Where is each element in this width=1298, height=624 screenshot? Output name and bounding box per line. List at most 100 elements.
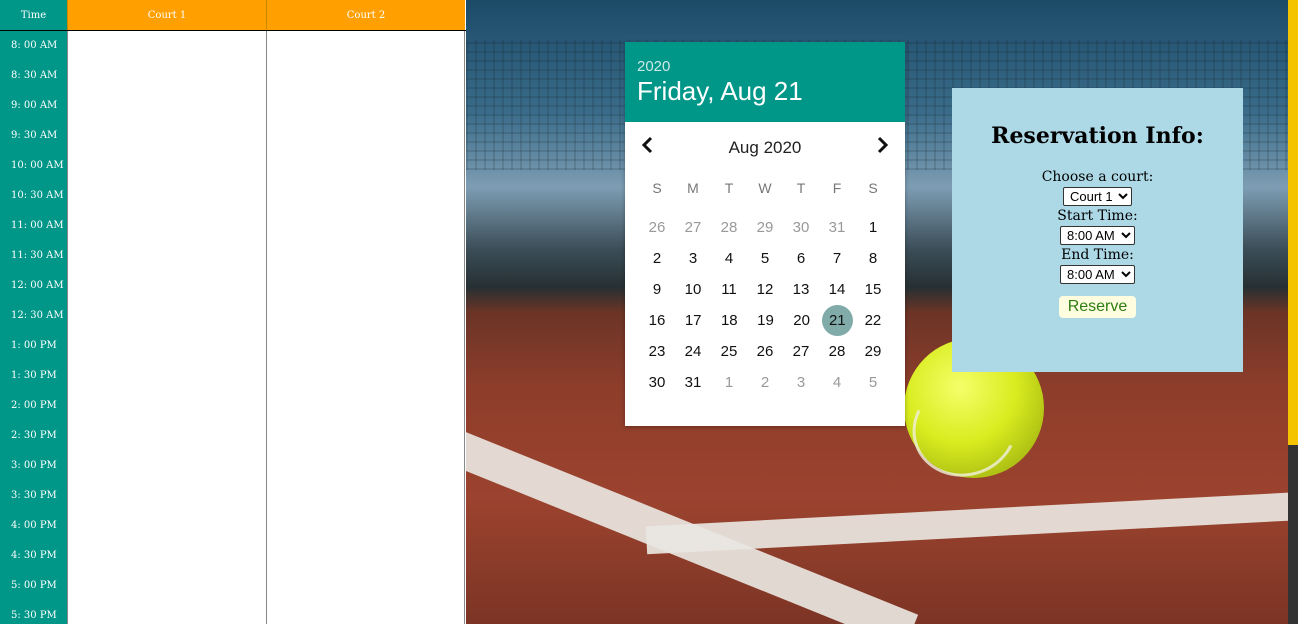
calendar-day[interactable]: 13 <box>785 274 817 305</box>
calendar-day[interactable]: 31 <box>677 367 709 398</box>
calendar-day[interactable]: 4 <box>713 243 745 274</box>
calendar-day[interactable]: 26 <box>641 212 673 243</box>
calendar-day[interactable]: 29 <box>857 336 889 367</box>
calendar-week-row: 9 10 11 12 13 14 15 <box>641 274 889 305</box>
calendar-day[interactable]: 24 <box>677 336 709 367</box>
court2-column[interactable] <box>266 31 465 624</box>
calendar-day[interactable]: 9 <box>641 274 673 305</box>
calendar-day[interactable]: 25 <box>713 336 745 367</box>
time-column-header: Time <box>0 0 67 30</box>
calendar-day[interactable]: 3 <box>677 243 709 274</box>
end-time-label: End Time: <box>1061 247 1134 263</box>
calendar-day[interactable]: 19 <box>749 305 781 336</box>
calendar-day[interactable]: 1 <box>713 367 745 398</box>
calendar-weeks: 26 27 28 29 30 31 1 2 3 4 5 6 7 8 9 10 11 12 13 14 15 16 17 18 1… <box>641 212 889 398</box>
schedule-table: Time Court 1 Court 2 8: 00 AM 8: 30 AM 9: … <box>0 0 466 624</box>
calendar-day[interactable]: 4 <box>821 367 853 398</box>
court-label: Choose a court: <box>1041 169 1154 185</box>
date-picker-selected-date: Friday, Aug 21 <box>637 76 803 106</box>
start-time-select[interactable]: 8:00 AM <box>1060 226 1135 245</box>
month-label: Aug 2020 <box>728 138 802 157</box>
calendar-day[interactable]: 28 <box>713 212 745 243</box>
calendar-day[interactable]: 8 <box>857 243 889 274</box>
calendar-day[interactable]: 11 <box>713 274 745 305</box>
weekday-label: T <box>796 180 806 196</box>
time-slot-label: 12: 30 AM <box>11 310 64 321</box>
calendar-day[interactable]: 10 <box>677 274 709 305</box>
time-slot-label: 1: 30 PM <box>11 370 57 381</box>
calendar-day[interactable]: 2 <box>749 367 781 398</box>
time-slot-label: 11: 30 AM <box>11 250 64 261</box>
calendar-week-row: 2345678 <box>641 243 889 274</box>
calendar-day[interactable]: 18 <box>713 305 745 336</box>
calendar-day[interactable]: 31 <box>821 212 853 243</box>
reservation-title: Reservation Info: <box>991 123 1204 149</box>
calendar-day[interactable]: 6 <box>785 243 817 274</box>
schedule-body: 8: 00 AM 8: 30 AM 9: 00 AM 9: 30 AM 10: 00 A… <box>0 31 466 624</box>
calendar-day[interactable]: 7 <box>821 243 853 274</box>
calendar-day-selected[interactable]: 21 <box>821 305 853 336</box>
court-select[interactable]: Court 1 <box>1063 187 1132 206</box>
time-slot-label: 1: 00 PM <box>11 340 57 351</box>
time-column: 8: 00 AM 8: 30 AM 9: 00 AM 9: 30 AM 10: 00 A… <box>0 31 67 624</box>
start-time-label: Start Time: <box>1057 208 1138 224</box>
calendar-day[interactable]: 30 <box>641 367 673 398</box>
time-slot-label: 3: 30 PM <box>11 490 57 501</box>
reserve-button[interactable]: Reserve <box>1058 296 1137 318</box>
time-slot-label: 2: 30 PM <box>11 430 57 441</box>
weekday-label: T <box>724 180 734 196</box>
time-slot-label: 4: 30 PM <box>11 550 57 561</box>
time-slot-label: 10: 00 AM <box>11 160 64 171</box>
time-slot-label: 9: 30 AM <box>11 130 58 141</box>
time-slot-label: 8: 30 AM <box>11 70 58 81</box>
calendar-day[interactable]: 5 <box>857 367 889 398</box>
calendar-week-row: 30 31 1 2 3 4 5 <box>641 367 889 398</box>
weekday-label: M <box>687 180 699 196</box>
chevron-left-icon[interactable] <box>637 136 657 160</box>
court1-column[interactable] <box>67 31 266 624</box>
weekday-label: F <box>832 180 842 196</box>
chevron-right-icon[interactable] <box>873 136 893 160</box>
court2-column-header: Court 2 <box>266 0 465 30</box>
calendar-day[interactable]: 3 <box>785 367 817 398</box>
calendar-day[interactable]: 17 <box>677 305 709 336</box>
time-slot-label: 11: 00 AM <box>11 220 64 231</box>
calendar-day[interactable]: 30 <box>785 212 817 243</box>
calendar-day[interactable]: 26 <box>749 336 781 367</box>
calendar-day[interactable]: 23 <box>641 336 673 367</box>
calendar-grid: SMTWTFS 26 27 28 29 30 31 1 2 3 4 5 6 7 8 9 10 11 12 13 14 1… <box>625 174 905 398</box>
time-slot-label: 10: 30 AM <box>11 190 64 201</box>
time-slot-label: 8: 00 AM <box>11 40 58 51</box>
calendar-day[interactable]: 5 <box>749 243 781 274</box>
weekday-header-row: SMTWTFS <box>641 174 889 202</box>
date-picker-header: 2020 Friday, Aug 21 <box>625 42 905 122</box>
calendar-day[interactable]: 27 <box>677 212 709 243</box>
calendar-day[interactable]: 2 <box>641 243 673 274</box>
time-slot-label: 3: 00 PM <box>11 460 57 471</box>
end-time-select[interactable]: 8:00 AM <box>1060 265 1135 284</box>
time-slot-label: 5: 00 PM <box>11 580 57 591</box>
reservation-panel: Reservation Info: Choose a court: Court … <box>952 88 1243 372</box>
calendar-day[interactable]: 15 <box>857 274 889 305</box>
time-slot-label: 12: 00 AM <box>11 280 64 291</box>
calendar-day[interactable]: 27 <box>785 336 817 367</box>
calendar-day[interactable]: 14 <box>821 274 853 305</box>
weekday-label: S <box>652 180 662 196</box>
time-slot-label: 2: 00 PM <box>11 400 57 411</box>
weekday-label: W <box>758 180 772 196</box>
calendar-day[interactable]: 20 <box>786 305 818 336</box>
calendar-day[interactable]: 12 <box>749 274 781 305</box>
month-navigation: Aug 2020 <box>625 122 905 174</box>
calendar-day[interactable]: 1 <box>857 212 889 243</box>
calendar-day[interactable]: 16 <box>641 305 673 336</box>
court1-column-header: Court 1 <box>67 0 266 30</box>
edge-stripe <box>1288 0 1298 445</box>
time-slot-label: 9: 00 AM <box>11 100 58 111</box>
date-picker-year[interactable]: 2020 <box>637 58 893 76</box>
calendar-week-row: 26 27 28 29 30 31 1 <box>641 212 889 243</box>
calendar-day[interactable]: 29 <box>749 212 781 243</box>
calendar-day[interactable]: 22 <box>857 305 889 336</box>
date-picker: 2020 Friday, Aug 21 Aug 2020 SMTWTFS 26 2… <box>625 42 905 426</box>
calendar-day[interactable]: 28 <box>821 336 853 367</box>
calendar-week-row: 16 17 18 19 20 21 22 <box>641 305 889 336</box>
